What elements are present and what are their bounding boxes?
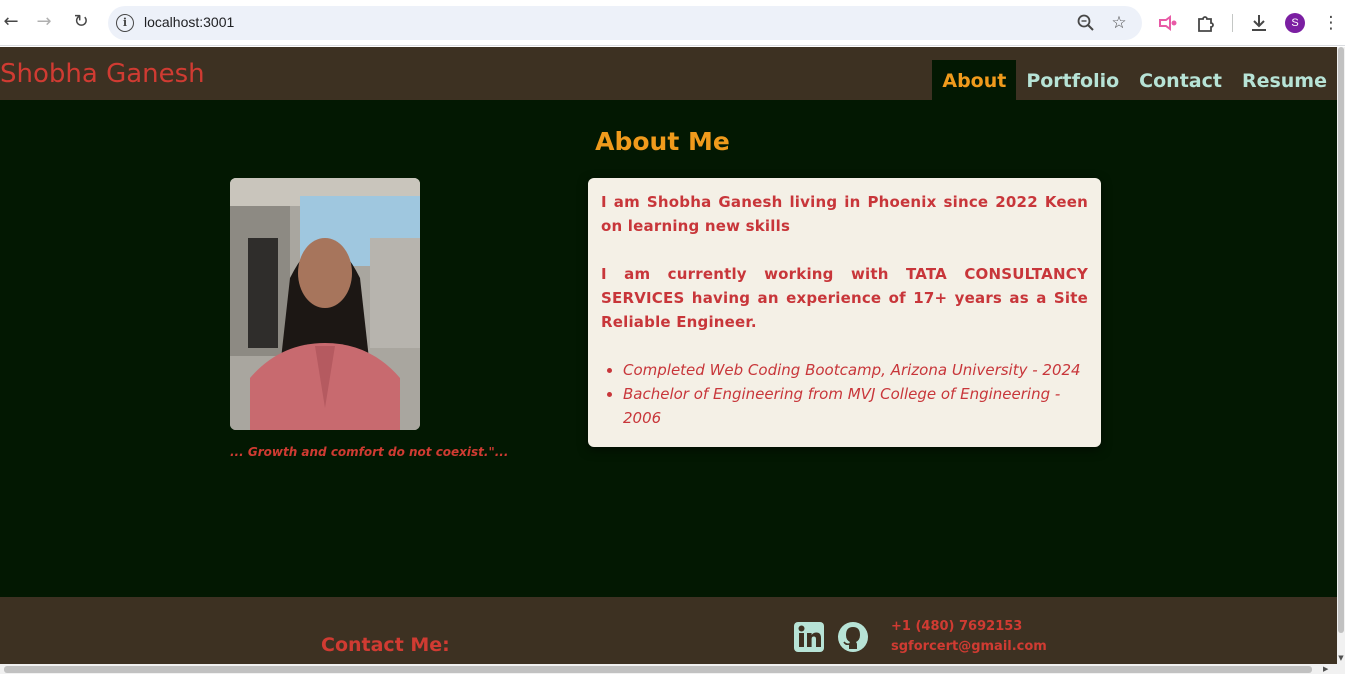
scroll-down-arrow[interactable]: ▼ — [1337, 654, 1345, 662]
nav-contact[interactable]: Contact — [1129, 60, 1232, 100]
list-item: Bachelor of Engineering from MVJ College… — [623, 382, 1088, 430]
about-title: About Me — [595, 127, 730, 156]
about-paragraph: I am currently working with TATA CONSULT… — [601, 265, 1088, 331]
menu-kebab-icon[interactable]: ⋮ — [1320, 12, 1342, 34]
browser-toolbar: ← → ↻ i localhost:3001 ☆ S ⋮ — [0, 0, 1345, 46]
education-list: Completed Web Coding Bootcamp, Arizona U… — [601, 358, 1088, 430]
about-card: I am Shobha Ganesh living in Phoenix sin… — [588, 178, 1101, 447]
address-bar[interactable]: i localhost:3001 ☆ — [108, 6, 1142, 40]
extensions-puzzle-icon[interactable] — [1195, 12, 1217, 34]
zoom-icon[interactable] — [1076, 13, 1096, 33]
horizontal-scroll-thumb[interactable] — [4, 666, 1312, 673]
contact-info: +1 (480) 7692153 sgforcert@gmail.com — [891, 617, 1047, 657]
nav-about[interactable]: About — [932, 60, 1017, 100]
download-icon[interactable] — [1248, 12, 1270, 34]
vertical-scrollbar[interactable]: ▼ — [1337, 47, 1345, 664]
extension-pink-icon[interactable] — [1157, 12, 1179, 34]
profile-avatar[interactable]: S — [1285, 13, 1305, 33]
back-icon[interactable]: ← — [0, 11, 22, 33]
vertical-scroll-thumb[interactable] — [1338, 47, 1344, 633]
nav-resume[interactable]: Resume — [1232, 60, 1337, 100]
site-info-icon[interactable]: i — [116, 14, 134, 32]
linkedin-icon[interactable] — [793, 621, 825, 653]
page: Shobha Ganesh About Portfolio Contact Re… — [0, 47, 1337, 664]
nav-portfolio[interactable]: Portfolio — [1016, 60, 1129, 100]
email-address[interactable]: sgforcert@gmail.com — [891, 637, 1047, 657]
toolbar-separator — [1232, 14, 1233, 32]
horizontal-scrollbar[interactable]: ▶ — [0, 664, 1345, 674]
bookmark-star-icon[interactable]: ☆ — [1109, 13, 1129, 33]
site-header: Shobha Ganesh About Portfolio Contact Re… — [0, 47, 1337, 100]
site-footer: Contact Me: +1 (480) 7692153 sgforcert@g… — [0, 597, 1337, 664]
contact-label: Contact Me: — [321, 634, 450, 656]
scroll-right-arrow[interactable]: ▶ — [1323, 664, 1328, 674]
about-paragraph: I am Shobha Ganesh living in Phoenix sin… — [601, 193, 1088, 235]
address-url[interactable]: localhost:3001 — [144, 14, 234, 30]
profile-photo — [230, 178, 420, 430]
quote-text: ... Growth and comfort do not coexist.".… — [230, 445, 509, 459]
list-item: Completed Web Coding Bootcamp, Arizona U… — [623, 358, 1088, 382]
phone-number[interactable]: +1 (480) 7692153 — [891, 617, 1047, 637]
reload-icon[interactable]: ↻ — [70, 11, 92, 33]
forward-icon[interactable]: → — [33, 11, 55, 33]
main-nav: About Portfolio Contact Resume — [932, 60, 1337, 100]
brand-name[interactable]: Shobha Ganesh — [0, 59, 205, 89]
github-icon[interactable] — [837, 621, 869, 653]
